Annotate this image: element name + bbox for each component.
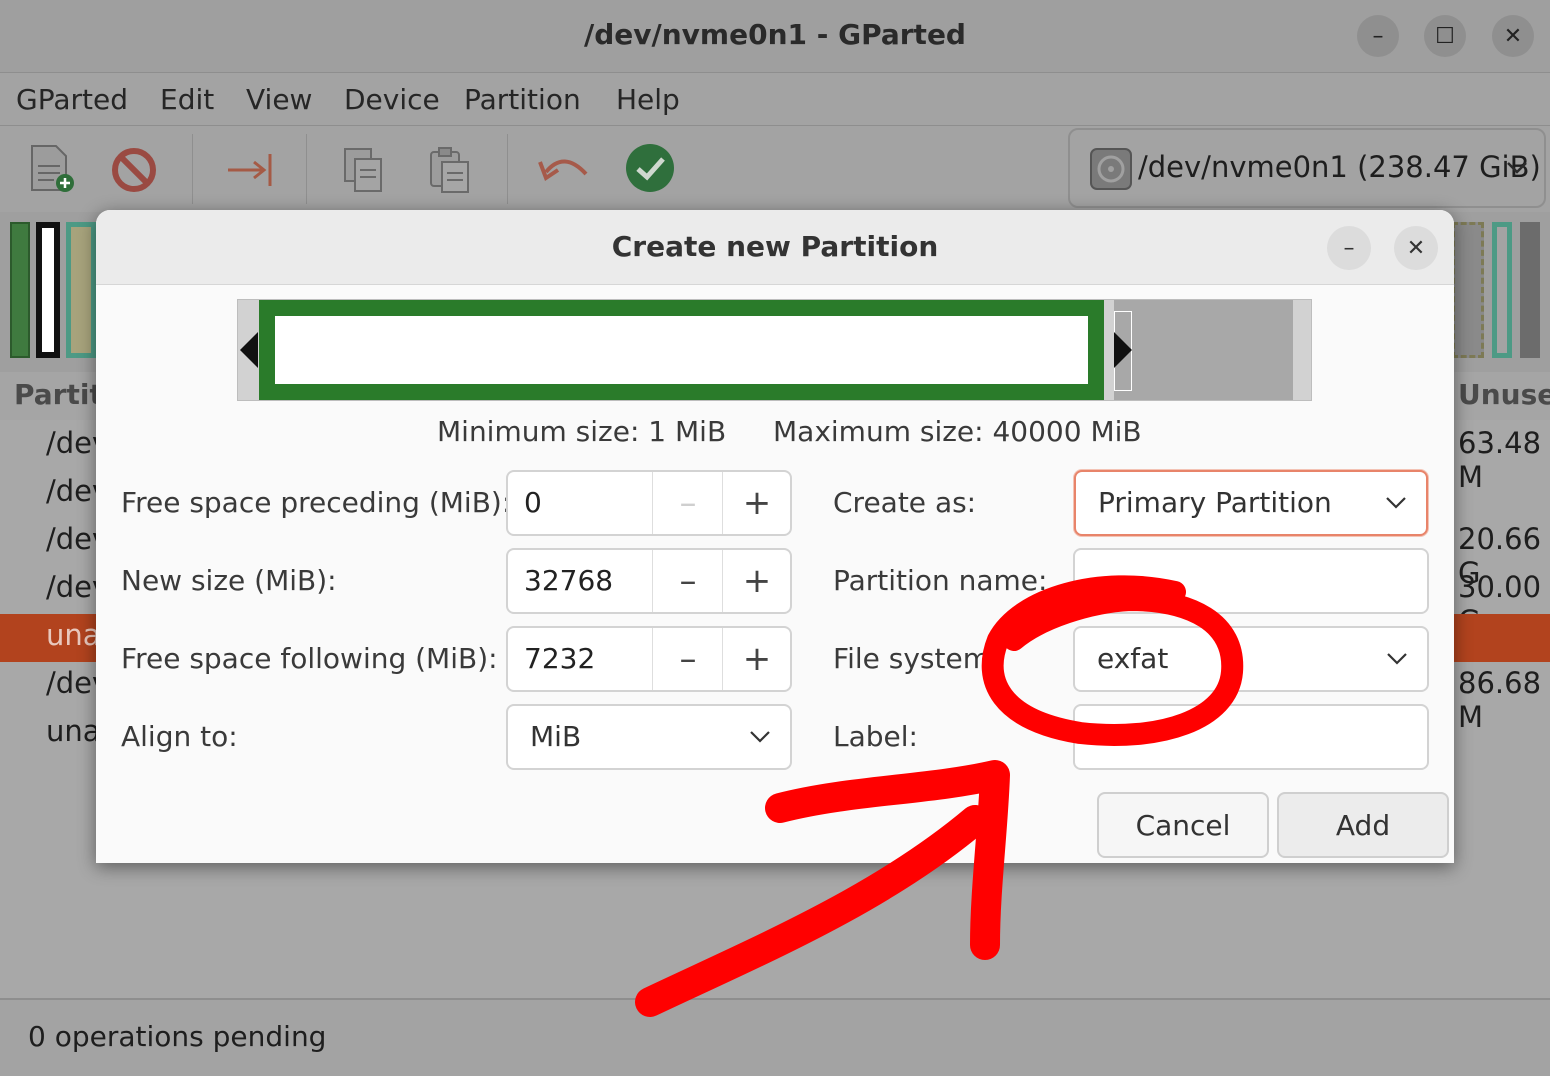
maximize-icon: ☐ — [1435, 23, 1455, 49]
close-icon: ✕ — [1406, 235, 1426, 261]
increment-button[interactable]: + — [722, 472, 791, 534]
dialog-header: Create new Partition – ✕ — [96, 210, 1454, 285]
dialog-minimize-button[interactable]: – — [1327, 226, 1371, 270]
new-partition-inner — [275, 316, 1088, 384]
toolbar-separator — [192, 134, 193, 204]
paste-icon[interactable] — [428, 146, 472, 196]
toolbar-separator — [306, 134, 307, 204]
dialog-title: Create new Partition — [611, 230, 939, 263]
device-selector[interactable]: /dev/nvme0n1 (238.47 GiB) — [1068, 128, 1546, 208]
increment-button[interactable]: + — [722, 628, 791, 690]
create-as-dropdown[interactable]: Primary Partition — [1074, 470, 1428, 536]
menu-partition[interactable]: Partition — [464, 83, 581, 116]
minimize-icon: – — [1343, 235, 1355, 261]
align-to-value: MiB — [530, 720, 582, 753]
file-system-value: exfat — [1097, 642, 1169, 675]
free-space-following-area — [1114, 300, 1293, 400]
menu-bar: GParted Edit View Device Partition Help — [0, 73, 1550, 126]
chevron-down-icon — [1507, 162, 1527, 174]
free-space-following-label: Free space following (MiB): — [121, 642, 498, 675]
menu-edit[interactable]: Edit — [160, 83, 214, 116]
disk-map-partition[interactable] — [1452, 222, 1484, 358]
minimize-icon: – — [1372, 23, 1384, 49]
row-name: una — [46, 714, 101, 748]
free-space-following-spinner[interactable]: 7232 – + — [506, 626, 792, 692]
title-bar: /dev/nvme0n1 - GParted – ☐ ✕ — [0, 0, 1550, 73]
maximum-size-text: Maximum size: 40000 MiB — [773, 415, 1142, 448]
close-icon: ✕ — [1503, 23, 1523, 49]
create-as-value: Primary Partition — [1098, 486, 1332, 519]
resize-move-icon[interactable] — [224, 150, 276, 190]
chevron-down-icon — [1387, 653, 1407, 665]
file-system-label: File system: — [833, 642, 1000, 675]
free-space-preceding-spinner[interactable]: 0 – + — [506, 470, 792, 536]
create-partition-dialog: Create new Partition – ✕ Minimum size: 1… — [96, 210, 1454, 863]
toolbar-separator — [507, 134, 508, 204]
align-to-label: Align to: — [121, 720, 238, 753]
status-bar: 0 operations pending — [0, 998, 1550, 1076]
label-input[interactable] — [1073, 704, 1429, 770]
minimum-size-text: Minimum size: 1 MiB — [437, 415, 727, 448]
apply-icon[interactable] — [624, 142, 676, 194]
copy-icon[interactable] — [342, 146, 386, 196]
new-size-label: New size (MiB): — [121, 564, 337, 597]
decrement-button[interactable]: – — [652, 550, 723, 612]
increment-button[interactable]: + — [722, 550, 791, 612]
partition-size-slider[interactable] — [237, 299, 1312, 401]
file-system-dropdown[interactable]: exfat — [1073, 626, 1429, 692]
disk-icon — [1090, 148, 1132, 190]
decrement-button[interactable]: – — [652, 472, 723, 534]
menu-device[interactable]: Device — [344, 83, 440, 116]
new-size-spinner[interactable]: 32768 – + — [506, 548, 792, 614]
free-space-preceding-label: Free space preceding (MiB): — [121, 486, 512, 519]
close-button[interactable]: ✕ — [1492, 15, 1534, 57]
disk-map-partition[interactable] — [1492, 222, 1512, 358]
partition-name-input[interactable] — [1073, 548, 1429, 614]
left-resize-handle-icon[interactable] — [238, 330, 260, 370]
row-name: una — [46, 618, 101, 652]
free-space-following-value[interactable]: 7232 — [524, 642, 595, 675]
new-partition-area[interactable] — [259, 300, 1104, 400]
delete-icon[interactable] — [110, 146, 158, 194]
chevron-down-icon — [750, 731, 770, 743]
disk-map-partition[interactable] — [66, 222, 96, 358]
disk-map-partition[interactable] — [36, 222, 60, 358]
maximize-button[interactable]: ☐ — [1424, 15, 1466, 57]
new-partition-icon[interactable] — [28, 144, 78, 196]
disk-map-partition[interactable] — [1520, 222, 1540, 358]
chevron-down-icon — [1386, 497, 1406, 509]
free-space-preceding-value[interactable]: 0 — [524, 486, 542, 519]
disk-map-partition[interactable] — [10, 222, 30, 358]
add-button[interactable]: Add — [1277, 792, 1449, 858]
cancel-button[interactable]: Cancel — [1097, 792, 1269, 858]
dialog-close-button[interactable]: ✕ — [1394, 226, 1438, 270]
menu-help[interactable]: Help — [616, 83, 680, 116]
device-label: /dev/nvme0n1 (238.47 GiB) — [1138, 150, 1541, 184]
right-resize-handle-icon[interactable] — [1112, 330, 1134, 370]
column-header-unused[interactable]: Unused — [1458, 378, 1550, 411]
window-title: /dev/nvme0n1 - GParted — [584, 18, 966, 51]
undo-icon[interactable] — [536, 148, 592, 192]
status-text: 0 operations pending — [28, 1020, 327, 1053]
create-as-label: Create as: — [833, 486, 977, 519]
minimize-button[interactable]: – — [1357, 15, 1399, 57]
new-size-value[interactable]: 32768 — [524, 564, 613, 597]
menu-view[interactable]: View — [246, 83, 312, 116]
align-to-dropdown[interactable]: MiB — [506, 704, 792, 770]
label-label: Label: — [833, 720, 918, 753]
menu-gparted[interactable]: GParted — [16, 83, 128, 116]
decrement-button[interactable]: – — [652, 628, 723, 690]
partition-name-label: Partition name: — [833, 564, 1048, 597]
